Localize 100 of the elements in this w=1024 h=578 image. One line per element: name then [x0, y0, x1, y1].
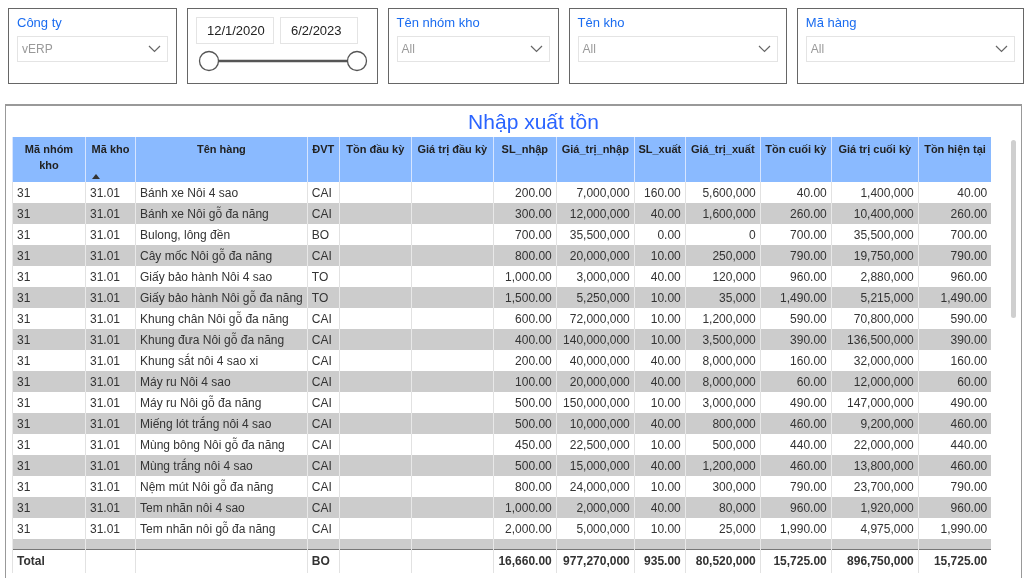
table-cell: CAI: [311, 353, 332, 368]
table-cell: 10.00: [650, 437, 681, 452]
table-cell: 40.00: [650, 416, 681, 431]
scrollbar[interactable]: [1011, 140, 1016, 318]
table-cell: 147,000,000: [847, 395, 914, 410]
table-cell: 31: [17, 479, 31, 494]
column-header[interactable]: Giá_trị_nhập: [556, 137, 635, 182]
table-cell: 31: [17, 500, 31, 515]
table-cell: 35,500,000: [853, 227, 914, 242]
table-cell: Khung chân Nôi gỗ đa năng: [140, 311, 289, 326]
table-cell: 31: [17, 290, 31, 305]
table-cell: 10,400,000: [853, 206, 914, 221]
table-cell: 13,800,000: [853, 458, 914, 473]
table-cell: 31: [17, 374, 31, 389]
table-cell: 0.00: [657, 227, 681, 242]
table-cell: 31.01: [90, 332, 121, 347]
table-cell: Nệm mút Nôi gỗ đa năng: [140, 479, 274, 494]
table-cell: 25,000: [719, 521, 756, 536]
table-cell: 700.00: [515, 227, 552, 242]
column-header[interactable]: Giá trị đầu kỳ: [411, 137, 494, 182]
column-header[interactable]: Tồn đầu kỳ: [339, 137, 412, 182]
table-cell: 32,000,000: [853, 353, 914, 368]
table-cell: 31.01: [90, 311, 121, 326]
table-cell: 40.00: [796, 185, 827, 200]
column-header[interactable]: SL_xuất: [634, 137, 686, 182]
table-cell: 1,490.00: [940, 290, 988, 305]
table-cell: 1,400,000: [860, 185, 914, 200]
table-cell: 10.00: [650, 311, 681, 326]
table-cell: 800.00: [515, 248, 552, 263]
table-cell: 5,000,000: [576, 521, 630, 536]
table-cell: 460.00: [790, 416, 827, 431]
slider-thumb[interactable]: [346, 50, 368, 72]
table-cell: 40.00: [650, 353, 681, 368]
table-cell: Mùng bông Nôi gỗ đa năng: [140, 437, 285, 452]
total-cell: 896,750,000: [847, 554, 914, 569]
table-cell: 590.00: [790, 311, 827, 326]
table-cell: 100.00: [515, 374, 552, 389]
table-cell: Bánh xe Nôi 4 sao: [140, 185, 239, 200]
filter-label: Công ty: [17, 15, 63, 30]
table-cell: 31.01: [90, 227, 121, 242]
table-cell: 700.00: [950, 227, 988, 242]
column-header[interactable]: Tồn hiện tại: [918, 137, 992, 182]
table-cell: 5,250,000: [576, 290, 630, 305]
table-cell: 120,000: [712, 269, 756, 284]
table-cell: TO: [311, 290, 329, 305]
column-header[interactable]: Tồn cuối kỳ: [760, 137, 832, 182]
table-cell: 2,000,000: [576, 500, 630, 515]
table-cell: 40,000,000: [569, 353, 630, 368]
table-cell: 160.00: [644, 185, 681, 200]
total-cell: 15,725.00: [773, 554, 827, 569]
table-cell: 2,000.00: [505, 521, 552, 536]
column-header[interactable]: Mã nhóm kho: [12, 137, 86, 182]
table-cell: 1,000.00: [505, 500, 552, 515]
table-cell: 31.01: [90, 395, 121, 410]
table-cell: Tem nhãn nôi gỗ đa năng: [140, 521, 276, 536]
table-cell: 1,990.00: [940, 521, 988, 536]
column-header[interactable]: Giá trị cuối kỳ: [831, 137, 919, 182]
table-cell: 3,000,000: [702, 395, 756, 410]
table-cell: 31.01: [90, 500, 121, 515]
start-date-field[interactable]: 12/1/2020: [195, 17, 274, 44]
column-header[interactable]: Tên hàng: [135, 137, 308, 182]
chevron-down-icon: [147, 45, 161, 53]
table-cell: 22,000,000: [853, 437, 914, 452]
table-cell: Giấy bảo hành Nôi gỗ đa năng: [140, 290, 303, 305]
column-header[interactable]: Giá_trị_xuất: [685, 137, 761, 182]
table-cell: 5,215,000: [860, 290, 914, 305]
column-header[interactable]: ĐVT: [307, 137, 340, 182]
table-cell: CAI: [311, 311, 332, 326]
table-cell: 31.01: [90, 353, 121, 368]
table-cell: 260.00: [950, 206, 988, 221]
table-cell: CAI: [311, 521, 332, 536]
table-cell: 60.00: [796, 374, 827, 389]
table-cell: 10,000,000: [569, 416, 630, 431]
table-cell: 4,975,000: [860, 521, 914, 536]
table-cell: 31.01: [90, 437, 121, 452]
table-cell: 31.01: [90, 206, 121, 221]
table-cell: 136,500,000: [847, 332, 914, 347]
table-cell: 31: [17, 416, 31, 431]
table-cell: 1,920,000: [860, 500, 914, 515]
table-cell: 31: [17, 458, 31, 473]
column-header[interactable]: SL_nhập: [493, 137, 557, 182]
table-cell: 1,200,000: [702, 458, 756, 473]
table-cell: 10.00: [650, 290, 681, 305]
end-date-field[interactable]: 6/2/2023: [279, 17, 358, 44]
total-cell: 977,270,000: [563, 554, 630, 569]
slider-thumb[interactable]: [198, 50, 220, 72]
table-cell: 19,750,000: [853, 248, 914, 263]
table-cell: 35,000: [719, 290, 756, 305]
total-cell: 80,520,000: [695, 554, 756, 569]
total-cell: 935.00: [644, 554, 681, 569]
table-cell: 40.00: [650, 374, 681, 389]
column-header[interactable]: Mã kho: [85, 137, 136, 182]
table-cell: CAI: [311, 332, 332, 347]
table-cell: 960.00: [790, 269, 827, 284]
total-cell: BO: [311, 554, 330, 569]
table-cell: CAI: [311, 458, 332, 473]
table-cell: CAI: [311, 437, 332, 452]
table-cell: 460.00: [950, 458, 988, 473]
table-cell: 12,000,000: [569, 206, 630, 221]
table-cell: 500.00: [515, 458, 552, 473]
